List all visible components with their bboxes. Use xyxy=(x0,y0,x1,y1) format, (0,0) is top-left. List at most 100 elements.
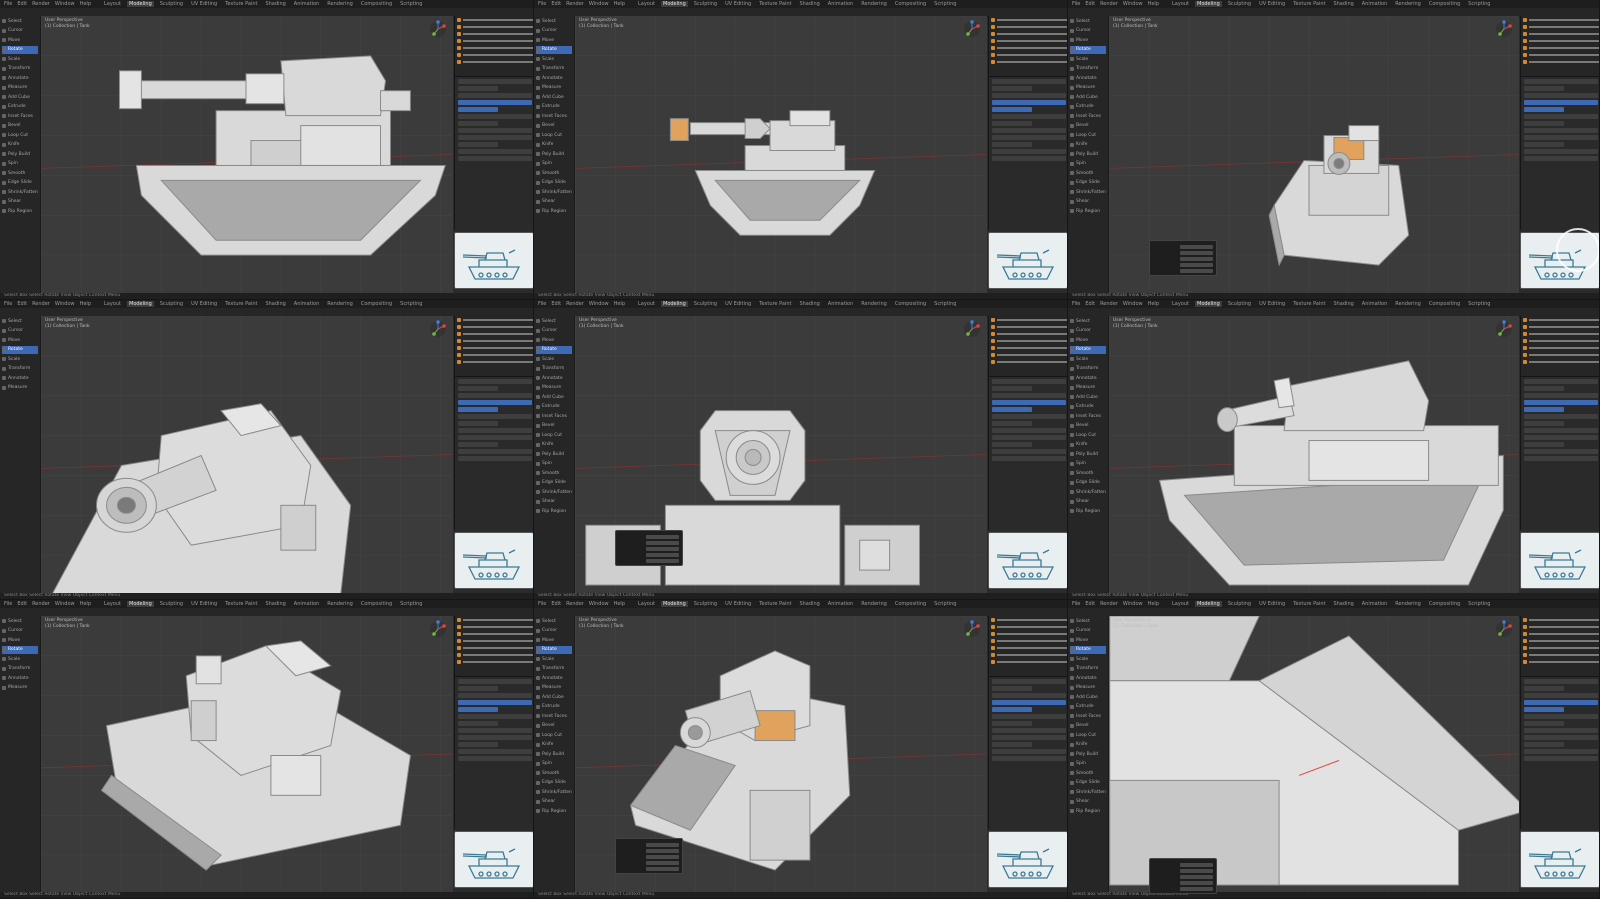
tool-move[interactable]: Move xyxy=(536,36,572,45)
property-field[interactable] xyxy=(992,686,1032,691)
tool-annotate[interactable]: Annotate xyxy=(536,674,572,683)
properties-panel[interactable] xyxy=(1520,77,1599,230)
property-field[interactable] xyxy=(1524,79,1598,84)
tab-animation[interactable]: Animation xyxy=(1360,601,1390,607)
properties-panel[interactable] xyxy=(454,77,533,230)
property-field[interactable] xyxy=(1524,400,1598,405)
operator-panel[interactable] xyxy=(615,530,683,566)
property-field[interactable] xyxy=(1524,749,1598,754)
tool-measure[interactable]: Measure xyxy=(536,384,572,393)
tab-sculpting[interactable]: Sculpting xyxy=(1226,601,1253,607)
property-field[interactable] xyxy=(1524,449,1598,454)
menu-edit[interactable]: Edit xyxy=(17,601,27,607)
tool-add-cube[interactable]: Add Cube xyxy=(536,393,572,402)
tab-uv-editing[interactable]: UV Editing xyxy=(723,601,753,607)
tab-texture-paint[interactable]: Texture Paint xyxy=(223,301,259,307)
outliner-panel[interactable] xyxy=(988,616,1067,677)
property-field[interactable] xyxy=(1524,100,1598,105)
tool-shear[interactable]: Shear xyxy=(2,198,38,207)
tab-scripting[interactable]: Scripting xyxy=(398,601,424,607)
tool-shear[interactable]: Shear xyxy=(536,498,572,507)
tool-shear[interactable]: Shear xyxy=(1070,198,1106,207)
tool-rotate[interactable]: Rotate xyxy=(1070,645,1106,654)
tool-select[interactable]: Select xyxy=(536,17,572,26)
property-field[interactable] xyxy=(458,700,532,705)
property-field[interactable] xyxy=(992,142,1032,147)
tool-shrink-fatten[interactable]: Shrink/Fatten xyxy=(536,488,572,497)
tool-move[interactable]: Move xyxy=(2,36,38,45)
tool-select[interactable]: Select xyxy=(1070,317,1106,326)
properties-panel[interactable] xyxy=(988,377,1067,530)
outliner-item[interactable] xyxy=(991,59,1067,65)
tab-texture-paint[interactable]: Texture Paint xyxy=(757,1,793,7)
tab-animation[interactable]: Animation xyxy=(826,601,856,607)
tool-transform[interactable]: Transform xyxy=(536,365,572,374)
tool-edge-slide[interactable]: Edge Slide xyxy=(1070,479,1106,488)
property-field[interactable] xyxy=(458,721,498,726)
menu-file[interactable]: File xyxy=(538,601,546,607)
tab-compositing[interactable]: Compositing xyxy=(359,1,394,7)
outliner-item[interactable] xyxy=(457,659,533,665)
property-field[interactable] xyxy=(458,100,532,105)
operator-field[interactable] xyxy=(1180,863,1213,867)
property-field[interactable] xyxy=(458,449,532,454)
property-field[interactable] xyxy=(458,442,498,447)
tool-cursor[interactable]: Cursor xyxy=(536,27,572,36)
tool-rip-region[interactable]: Rip Region xyxy=(536,207,572,216)
tab-sculpting[interactable]: Sculpting xyxy=(158,1,185,7)
tool-knife[interactable]: Knife xyxy=(1070,741,1106,750)
tool-rip-region[interactable]: Rip Region xyxy=(536,507,572,516)
tool-measure[interactable]: Measure xyxy=(1070,84,1106,93)
tool-loop-cut[interactable]: Loop Cut xyxy=(536,131,572,140)
outliner-item[interactable] xyxy=(1523,624,1599,630)
tab-uv-editing[interactable]: UV Editing xyxy=(189,1,219,7)
tab-layout[interactable]: Layout xyxy=(1170,1,1191,7)
tank-model[interactable] xyxy=(1268,125,1410,267)
tool-rotate[interactable]: Rotate xyxy=(2,345,38,354)
navigation-gizmo-icon[interactable] xyxy=(429,20,447,38)
tool-transform[interactable]: Transform xyxy=(2,65,38,74)
tool-rotate[interactable]: Rotate xyxy=(536,645,572,654)
tool-bevel[interactable]: Bevel xyxy=(2,122,38,131)
outliner-item[interactable] xyxy=(1523,31,1599,37)
property-field[interactable] xyxy=(992,93,1066,98)
tab-uv-editing[interactable]: UV Editing xyxy=(723,301,753,307)
outliner-item[interactable] xyxy=(991,38,1067,44)
3d-viewport[interactable]: User Perspective (1) Collection | Tank xyxy=(41,616,453,892)
operator-panel-header[interactable] xyxy=(1150,859,1216,861)
property-field[interactable] xyxy=(458,86,498,91)
outliner-item[interactable] xyxy=(1523,324,1599,330)
menu-file[interactable]: File xyxy=(4,301,12,307)
tool-select[interactable]: Select xyxy=(536,317,572,326)
tab-modeling[interactable]: Modeling xyxy=(1195,301,1222,307)
tool-extrude[interactable]: Extrude xyxy=(2,103,38,112)
operator-field[interactable] xyxy=(1180,869,1213,873)
tool-measure[interactable]: Measure xyxy=(2,684,38,693)
property-field[interactable] xyxy=(992,86,1032,91)
tool-inset-faces[interactable]: Inset Faces xyxy=(536,712,572,721)
tab-shading[interactable]: Shading xyxy=(263,601,287,607)
operator-field[interactable] xyxy=(646,553,679,557)
tool-select[interactable]: Select xyxy=(536,617,572,626)
tab-rendering[interactable]: Rendering xyxy=(859,301,889,307)
tool-cursor[interactable]: Cursor xyxy=(2,27,38,36)
tool-extrude[interactable]: Extrude xyxy=(1070,403,1106,412)
tool-rip-region[interactable]: Rip Region xyxy=(1070,207,1106,216)
menu-file[interactable]: File xyxy=(1072,601,1080,607)
outliner-panel[interactable] xyxy=(1520,316,1599,377)
property-field[interactable] xyxy=(1524,135,1598,140)
tab-shading[interactable]: Shading xyxy=(263,1,287,7)
property-field[interactable] xyxy=(458,456,532,461)
tool-select[interactable]: Select xyxy=(2,17,38,26)
tool-annotate[interactable]: Annotate xyxy=(2,74,38,83)
tank-model[interactable] xyxy=(52,403,352,593)
menu-file[interactable]: File xyxy=(538,1,546,7)
property-field[interactable] xyxy=(1524,679,1598,684)
navigation-gizmo-icon[interactable] xyxy=(429,320,447,338)
outliner-item[interactable] xyxy=(1523,352,1599,358)
navigation-gizmo-icon[interactable] xyxy=(1495,320,1513,338)
outliner-item[interactable] xyxy=(1523,317,1599,323)
tool-smooth[interactable]: Smooth xyxy=(1070,169,1106,178)
tool-cursor[interactable]: Cursor xyxy=(2,627,38,636)
tab-sculpting[interactable]: Sculpting xyxy=(692,301,719,307)
